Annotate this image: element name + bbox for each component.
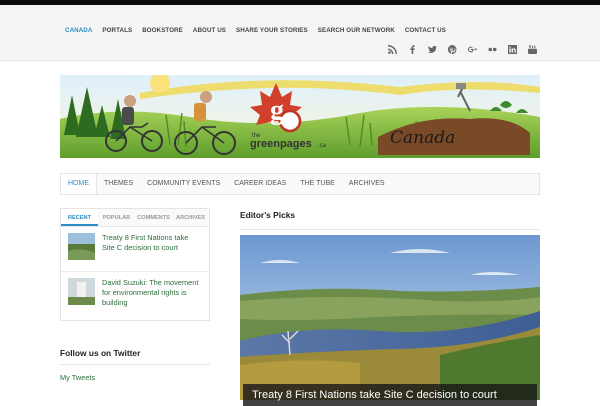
- tab-recent[interactable]: Recent: [61, 209, 98, 226]
- top-nav-about-us[interactable]: About Us: [193, 27, 226, 34]
- tab-comments[interactable]: Comments: [135, 209, 172, 226]
- facebook-icon[interactable]: [408, 45, 417, 54]
- main-nav-themes[interactable]: Themes: [97, 174, 140, 194]
- featured-image[interactable]: [240, 235, 540, 400]
- top-nav-share-stories[interactable]: Share your Stories: [236, 27, 308, 34]
- svg-text:g: g: [270, 95, 284, 126]
- flickr-icon[interactable]: [488, 45, 497, 54]
- editors-picks-heading: Editor's Picks: [240, 210, 540, 230]
- twitter-icon[interactable]: [428, 45, 437, 54]
- post-thumbnail[interactable]: [68, 233, 95, 260]
- recent-list: Treaty 8 First Nations take Site C decis…: [60, 227, 210, 321]
- main-nav-archives[interactable]: Archives: [342, 174, 392, 194]
- main-nav-home[interactable]: Home: [61, 174, 97, 194]
- youtube-icon[interactable]: [528, 45, 537, 54]
- main-nav: Home Themes Community Events Career Idea…: [60, 173, 540, 195]
- main-nav-community-events[interactable]: Community Events: [140, 174, 227, 194]
- featured-caption[interactable]: Treaty 8 First Nations take Site C decis…: [243, 384, 537, 406]
- main-nav-the-tube[interactable]: The Tube: [293, 174, 342, 194]
- social-icons: [388, 45, 537, 54]
- site-banner[interactable]: g the greenpages .ca Canada: [60, 75, 540, 158]
- sidebar: Recent Popular Comments Archives Treaty …: [60, 208, 210, 321]
- linkedin-icon[interactable]: [508, 45, 517, 54]
- pinterest-icon[interactable]: [448, 45, 457, 54]
- sidebar-tabs: Recent Popular Comments Archives: [60, 208, 210, 227]
- rss-icon[interactable]: [388, 45, 397, 54]
- tab-popular[interactable]: Popular: [98, 209, 135, 226]
- post-thumbnail[interactable]: [68, 278, 95, 305]
- main-nav-career-ideas[interactable]: Career Ideas: [227, 174, 293, 194]
- top-nav: Canada Portals Bookstore About Us Share …: [65, 27, 446, 34]
- google-plus-icon[interactable]: [468, 45, 477, 54]
- post-link[interactable]: David Suzuki: The movement for environme…: [102, 278, 202, 314]
- follow-twitter-heading: Follow us on Twitter: [60, 348, 210, 365]
- header: Canada Portals Bookstore About Us Share …: [0, 5, 600, 61]
- my-tweets-link[interactable]: My Tweets: [60, 373, 95, 382]
- banner-logo-main: greenpages: [250, 138, 312, 150]
- top-nav-contact-us[interactable]: Contact Us: [405, 27, 446, 34]
- top-nav-bookstore[interactable]: Bookstore: [142, 27, 183, 34]
- list-item: David Suzuki: The movement for environme…: [61, 272, 209, 320]
- banner-logo-suffix: .ca: [318, 143, 327, 149]
- tab-archives[interactable]: Archives: [172, 209, 209, 226]
- top-nav-canada[interactable]: Canada: [65, 27, 92, 34]
- top-nav-search-network[interactable]: Search our Network: [318, 27, 395, 34]
- list-item: Treaty 8 First Nations take Site C decis…: [61, 227, 209, 272]
- post-link[interactable]: Treaty 8 First Nations take Site C decis…: [102, 233, 202, 265]
- top-nav-portals[interactable]: Portals: [102, 27, 132, 34]
- banner-region-label: Canada: [390, 128, 455, 148]
